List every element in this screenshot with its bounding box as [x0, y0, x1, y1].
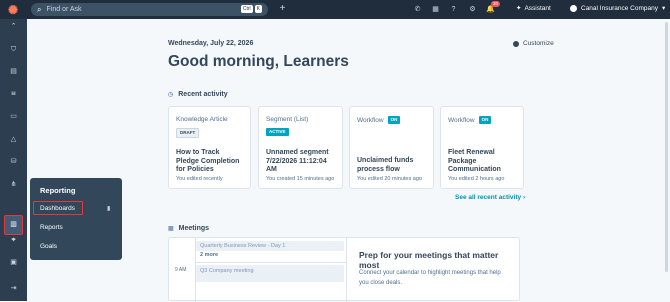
sparkle-icon: ✦: [516, 5, 522, 12]
service-icon[interactable]: △: [8, 134, 19, 145]
hubspot-logo-icon[interactable]: ✺: [0, 0, 26, 19]
meeting-event[interactable]: Quarterly Business Review - Day 1: [196, 241, 344, 251]
assistant-button[interactable]: ✦ Assistant: [516, 4, 551, 13]
card-type-label: Workflow: [448, 116, 475, 124]
meetings-label: Meetings: [178, 225, 210, 232]
chevron-down-icon: ▾: [661, 5, 666, 12]
meeting-event[interactable]: Q3 Company meeting: [196, 265, 344, 282]
top-nav-bar: ✺ ⌕ Find or Ask Ctrl K + ✆ ▦ ? ⚙ 🔔 20 ✦ …: [0, 0, 670, 19]
status-badge: ON: [478, 116, 492, 124]
card-title-line: Unnamed segment: [266, 149, 329, 156]
meetings-calendar: Quarterly Business Review - Day 1 2 more…: [169, 238, 347, 302]
contacts-icon[interactable]: ▤: [8, 66, 19, 77]
time-label: 9 AM: [175, 267, 187, 273]
customize-label: Customize: [523, 40, 554, 47]
page-title: Good morning, Learners: [168, 53, 349, 70]
assistant-label: Assistant: [524, 4, 551, 12]
see-all-label: See all recent activity: [455, 194, 522, 201]
hour-divider: [196, 262, 347, 263]
card-type: Segment (List): [266, 116, 309, 123]
meetings-header: ▦ Meetings: [168, 225, 209, 232]
chevron-right-icon: ›: [522, 194, 526, 201]
card-title-line: Fleet Renewal: [448, 149, 495, 156]
notification-count-badge: 20: [491, 1, 501, 7]
avatar: [570, 4, 577, 12]
left-sidebar: ⌃ ⛉ ▤ ⩏ ▭ △ ⛁ ⋔ ▥ – ✦ ▣ ⇥: [0, 19, 27, 301]
clock-icon: ◷: [168, 92, 174, 98]
card-subtitle: You edited 2 hours ago: [448, 176, 505, 182]
collapse-icon[interactable]: ⌃: [8, 21, 19, 32]
search-icon: ⌕: [37, 4, 42, 14]
card-subtitle: You created 15 minutes ago: [266, 176, 335, 182]
gear-icon: [513, 40, 519, 47]
activity-card-segment[interactable]: Segment (List) ACTIVE Unnamed segment 7/…: [258, 106, 343, 189]
prep-title: Prep for your meetings that matter most: [359, 250, 499, 270]
meetings-panel: Quarterly Business Review - Day 1 2 more…: [168, 237, 520, 302]
card-type: Workflow ON: [357, 116, 401, 124]
shortcut-key-k: K: [254, 5, 262, 13]
current-date: Wednesday, July 22, 2026: [168, 40, 254, 47]
account-name: Canal Insurance Company: [581, 4, 658, 12]
prep-text: Connect your calendar to highlight meeti…: [359, 270, 501, 286]
card-title: How to Track Pledge Completion for Polic…: [176, 149, 239, 175]
card-title-line: Unclaimed funds: [357, 157, 414, 164]
library-icon[interactable]: ▣: [8, 257, 19, 268]
create-plus-button[interactable]: +: [276, 3, 289, 16]
automation-icon[interactable]: ⋔: [8, 179, 19, 190]
bookmark-icon[interactable]: ⛉: [8, 44, 19, 55]
more-meetings-link[interactable]: 2 more: [200, 252, 218, 258]
activity-card-workflow-unclaimed[interactable]: Workflow ON Unclaimed funds process flow…: [349, 106, 434, 189]
card-title: Unclaimed funds process flow: [357, 157, 413, 174]
data-icon[interactable]: ⛁: [8, 156, 19, 167]
marketplace-icon[interactable]: ▦: [430, 4, 441, 15]
card-subtitle: You edited 20 minutes ago: [357, 176, 422, 182]
see-all-recent-activity-link[interactable]: See all recent activity ›: [455, 194, 525, 201]
marketing-icon[interactable]: ⩏: [8, 88, 19, 99]
card-type: Knowledge Article: [176, 116, 228, 123]
card-title: Fleet Renewal Package Communication: [448, 149, 501, 175]
recent-activity-header: ◷ Recent activity: [168, 91, 228, 98]
card-title-line: AM: [266, 166, 277, 173]
card-title-line: How to Track: [176, 149, 220, 156]
activity-card-workflow-fleet[interactable]: Workflow ON Fleet Renewal Package Commun…: [440, 106, 524, 189]
calendar-icon: ▦: [168, 226, 174, 232]
activity-card-knowledge-article[interactable]: Knowledge Article DRAFT How to Track Ple…: [168, 106, 251, 189]
sales-icon[interactable]: ▭: [8, 111, 19, 122]
status-badge: ON: [387, 116, 401, 124]
card-title-line: Communication: [448, 166, 501, 173]
settings-gear-icon[interactable]: ⚙: [467, 4, 478, 15]
calling-icon[interactable]: ✆: [412, 4, 423, 15]
page-scrollbar[interactable]: [665, 22, 668, 272]
status-badge: ACTIVE: [266, 128, 289, 136]
customize-button[interactable]: Customize: [513, 40, 554, 47]
account-menu[interactable]: Canal Insurance Company ▾: [570, 4, 665, 12]
shortcut-hint: Ctrl K: [240, 5, 262, 13]
shortcut-key-ctrl: Ctrl: [240, 5, 253, 13]
search-input[interactable]: ⌕ Find or Ask Ctrl K: [31, 3, 268, 16]
ai-sparkle-icon[interactable]: ✦: [8, 235, 19, 246]
card-type: Workflow ON: [448, 116, 492, 124]
help-icon[interactable]: ?: [448, 4, 459, 15]
status-badge: DRAFT: [176, 128, 200, 138]
main-content: Wednesday, July 22, 2026 Customize Good …: [27, 19, 670, 302]
card-title-line: Package: [448, 157, 477, 165]
card-subtitle: You edited recently: [176, 176, 223, 182]
card-title-line: process flow: [357, 165, 400, 173]
card-type-label: Workflow: [357, 116, 384, 124]
card-title-line: 7/22/2026 11:12:04: [266, 157, 327, 165]
expand-icon[interactable]: ⇥: [8, 283, 19, 294]
search-placeholder: Find or Ask: [46, 6, 82, 13]
card-title-line: Pledge Completion: [176, 157, 240, 165]
recent-activity-label: Recent activity: [178, 91, 228, 98]
reporting-icon: ▥: [10, 221, 17, 228]
card-title: Unnamed segment 7/22/2026 11:12:04 AM: [266, 149, 329, 175]
card-title-line: for Policies: [176, 166, 214, 173]
